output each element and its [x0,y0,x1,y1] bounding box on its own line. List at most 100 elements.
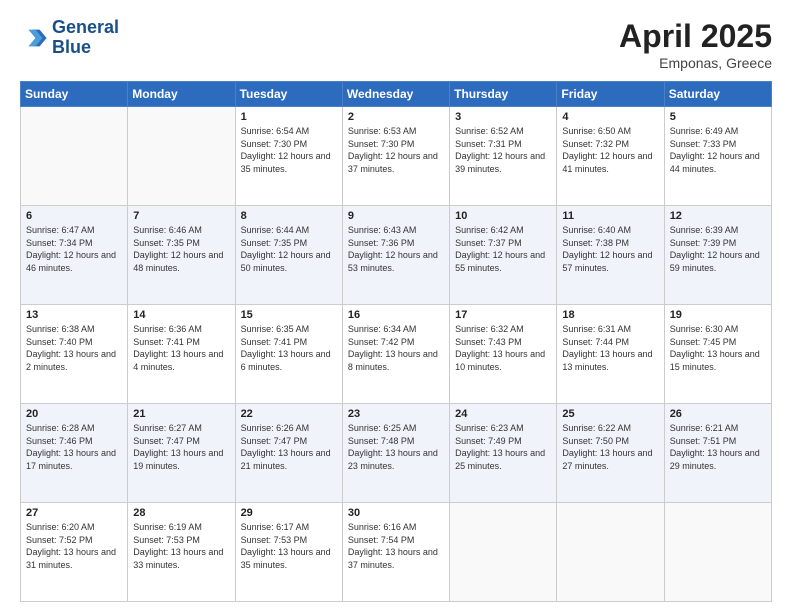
day-number: 7 [133,210,229,222]
calendar-cell-3-5: 25Sunrise: 6:22 AM Sunset: 7:50 PM Dayli… [557,404,664,503]
day-info: Sunrise: 6:19 AM Sunset: 7:53 PM Dayligh… [133,521,229,571]
col-thursday: Thursday [450,82,557,107]
day-info: Sunrise: 6:38 AM Sunset: 7:40 PM Dayligh… [26,323,122,373]
calendar-cell-1-1: 7 Sunrise: 6:46 AM Sunset: 7:35 PM Daylig… [128,206,235,305]
title-month: April 2025 [619,18,772,55]
day-number: 14 [133,309,229,321]
calendar-cell-0-5: 4 Sunrise: 6:50 AM Sunset: 7:32 PM Daylig… [557,107,664,206]
calendar-cell-0-6: 5Sunrise: 6:49 AM Sunset: 7:33 PM Daylig… [664,107,771,206]
day-number: 12 [670,210,766,222]
day-info: Sunrise: 6:50 AM Sunset: 7:32 PM Dayligh… [562,125,658,175]
day-info: Sunrise: 6:30 AM Sunset: 7:45 PM Dayligh… [670,323,766,373]
calendar-cell-1-5: 11 Sunrise: 6:40 AM Sunset: 7:38 PM Dayli… [557,206,664,305]
calendar-cell-4-0: 27 Sunrise: 6:20 AM Sunset: 7:52 PM Dayli… [21,503,128,602]
calendar-cell-4-2: 29Sunrise: 6:17 AM Sunset: 7:53 PM Dayli… [235,503,342,602]
day-info: Sunrise: 6:47 AM Sunset: 7:34 PM Dayligh… [26,224,122,274]
calendar-table: Sunday Monday Tuesday Wednesday Thursday… [20,81,772,602]
day-number: 1 [241,111,337,123]
day-number: 9 [348,210,444,222]
calendar-cell-2-2: 15 Sunrise: 6:35 AM Sunset: 7:41 PM Dayli… [235,305,342,404]
calendar-cell-2-4: 17 Sunrise: 6:32 AM Sunset: 7:43 PM Dayli… [450,305,557,404]
day-number: 3 [455,111,551,123]
day-number: 10 [455,210,551,222]
day-number: 24 [455,408,551,420]
col-tuesday: Tuesday [235,82,342,107]
calendar-cell-0-4: 3 Sunrise: 6:52 AM Sunset: 7:31 PM Daylig… [450,107,557,206]
day-info: Sunrise: 6:28 AM Sunset: 7:46 PM Dayligh… [26,422,122,472]
calendar-cell-4-3: 30Sunrise: 6:16 AM Sunset: 7:54 PM Dayli… [342,503,449,602]
day-info: Sunrise: 6:26 AM Sunset: 7:47 PM Dayligh… [241,422,337,472]
day-number: 11 [562,210,658,222]
calendar-cell-3-2: 22 Sunrise: 6:26 AM Sunset: 7:47 PM Dayli… [235,404,342,503]
day-number: 22 [241,408,337,420]
day-number: 16 [348,309,444,321]
calendar-cell-1-6: 12 Sunrise: 6:39 AM Sunset: 7:39 PM Dayli… [664,206,771,305]
day-info: Sunrise: 6:54 AM Sunset: 7:30 PM Dayligh… [241,125,337,175]
day-info: Sunrise: 6:44 AM Sunset: 7:35 PM Dayligh… [241,224,337,274]
day-number: 23 [348,408,444,420]
day-info: Sunrise: 6:25 AM Sunset: 7:48 PM Dayligh… [348,422,444,472]
calendar-cell-1-3: 9Sunrise: 6:43 AM Sunset: 7:36 PM Daylig… [342,206,449,305]
calendar-cell-1-0: 6 Sunrise: 6:47 AM Sunset: 7:34 PM Daylig… [21,206,128,305]
title-block: April 2025 Emponas, Greece [619,18,772,71]
logo: General Blue [20,18,119,58]
day-info: Sunrise: 6:46 AM Sunset: 7:35 PM Dayligh… [133,224,229,274]
day-info: Sunrise: 6:27 AM Sunset: 7:47 PM Dayligh… [133,422,229,472]
page: General Blue April 2025 Emponas, Greece … [0,0,792,612]
calendar-cell-3-3: 23 Sunrise: 6:25 AM Sunset: 7:48 PM Dayli… [342,404,449,503]
calendar-cell-4-6 [664,503,771,602]
day-info: Sunrise: 6:39 AM Sunset: 7:39 PM Dayligh… [670,224,766,274]
calendar-cell-3-0: 20 Sunrise: 6:28 AM Sunset: 7:46 PM Dayli… [21,404,128,503]
calendar-row-3: 20 Sunrise: 6:28 AM Sunset: 7:46 PM Dayli… [21,404,772,503]
header: General Blue April 2025 Emponas, Greece [20,18,772,71]
day-number: 25 [562,408,658,420]
day-number: 8 [241,210,337,222]
day-number: 15 [241,309,337,321]
logo-icon [20,24,48,52]
calendar-row-1: 6 Sunrise: 6:47 AM Sunset: 7:34 PM Daylig… [21,206,772,305]
day-number: 26 [670,408,766,420]
day-info: Sunrise: 6:32 AM Sunset: 7:43 PM Dayligh… [455,323,551,373]
header-row: Sunday Monday Tuesday Wednesday Thursday… [21,82,772,107]
calendar-row-4: 27 Sunrise: 6:20 AM Sunset: 7:52 PM Dayli… [21,503,772,602]
day-info: Sunrise: 6:34 AM Sunset: 7:42 PM Dayligh… [348,323,444,373]
day-number: 20 [26,408,122,420]
col-wednesday: Wednesday [342,82,449,107]
day-info: Sunrise: 6:42 AM Sunset: 7:37 PM Dayligh… [455,224,551,274]
day-number: 18 [562,309,658,321]
day-number: 21 [133,408,229,420]
day-number: 5 [670,111,766,123]
col-sunday: Sunday [21,82,128,107]
day-number: 4 [562,111,658,123]
day-number: 19 [670,309,766,321]
calendar-cell-2-6: 19 Sunrise: 6:30 AM Sunset: 7:45 PM Dayli… [664,305,771,404]
calendar-cell-3-6: 26Sunrise: 6:21 AM Sunset: 7:51 PM Dayli… [664,404,771,503]
calendar-cell-2-1: 14 Sunrise: 6:36 AM Sunset: 7:41 PM Dayli… [128,305,235,404]
calendar-cell-2-0: 13Sunrise: 6:38 AM Sunset: 7:40 PM Dayli… [21,305,128,404]
calendar-cell-1-2: 8 Sunrise: 6:44 AM Sunset: 7:35 PM Daylig… [235,206,342,305]
day-info: Sunrise: 6:23 AM Sunset: 7:49 PM Dayligh… [455,422,551,472]
day-number: 29 [241,507,337,519]
day-number: 27 [26,507,122,519]
calendar-cell-4-1: 28 Sunrise: 6:19 AM Sunset: 7:53 PM Dayli… [128,503,235,602]
calendar-cell-0-2: 1 Sunrise: 6:54 AM Sunset: 7:30 PM Daylig… [235,107,342,206]
calendar-cell-2-3: 16 Sunrise: 6:34 AM Sunset: 7:42 PM Dayli… [342,305,449,404]
title-location: Emponas, Greece [619,55,772,71]
day-number: 6 [26,210,122,222]
logo-text: General Blue [52,18,119,58]
calendar-cell-0-3: 2Sunrise: 6:53 AM Sunset: 7:30 PM Daylig… [342,107,449,206]
calendar-row-2: 13Sunrise: 6:38 AM Sunset: 7:40 PM Dayli… [21,305,772,404]
day-info: Sunrise: 6:35 AM Sunset: 7:41 PM Dayligh… [241,323,337,373]
day-info: Sunrise: 6:40 AM Sunset: 7:38 PM Dayligh… [562,224,658,274]
col-monday: Monday [128,82,235,107]
day-number: 2 [348,111,444,123]
calendar-cell-0-1 [128,107,235,206]
col-saturday: Saturday [664,82,771,107]
calendar-cell-3-4: 24 Sunrise: 6:23 AM Sunset: 7:49 PM Dayli… [450,404,557,503]
day-number: 28 [133,507,229,519]
calendar-cell-0-0 [21,107,128,206]
day-info: Sunrise: 6:36 AM Sunset: 7:41 PM Dayligh… [133,323,229,373]
day-number: 17 [455,309,551,321]
day-info: Sunrise: 6:20 AM Sunset: 7:52 PM Dayligh… [26,521,122,571]
day-info: Sunrise: 6:52 AM Sunset: 7:31 PM Dayligh… [455,125,551,175]
